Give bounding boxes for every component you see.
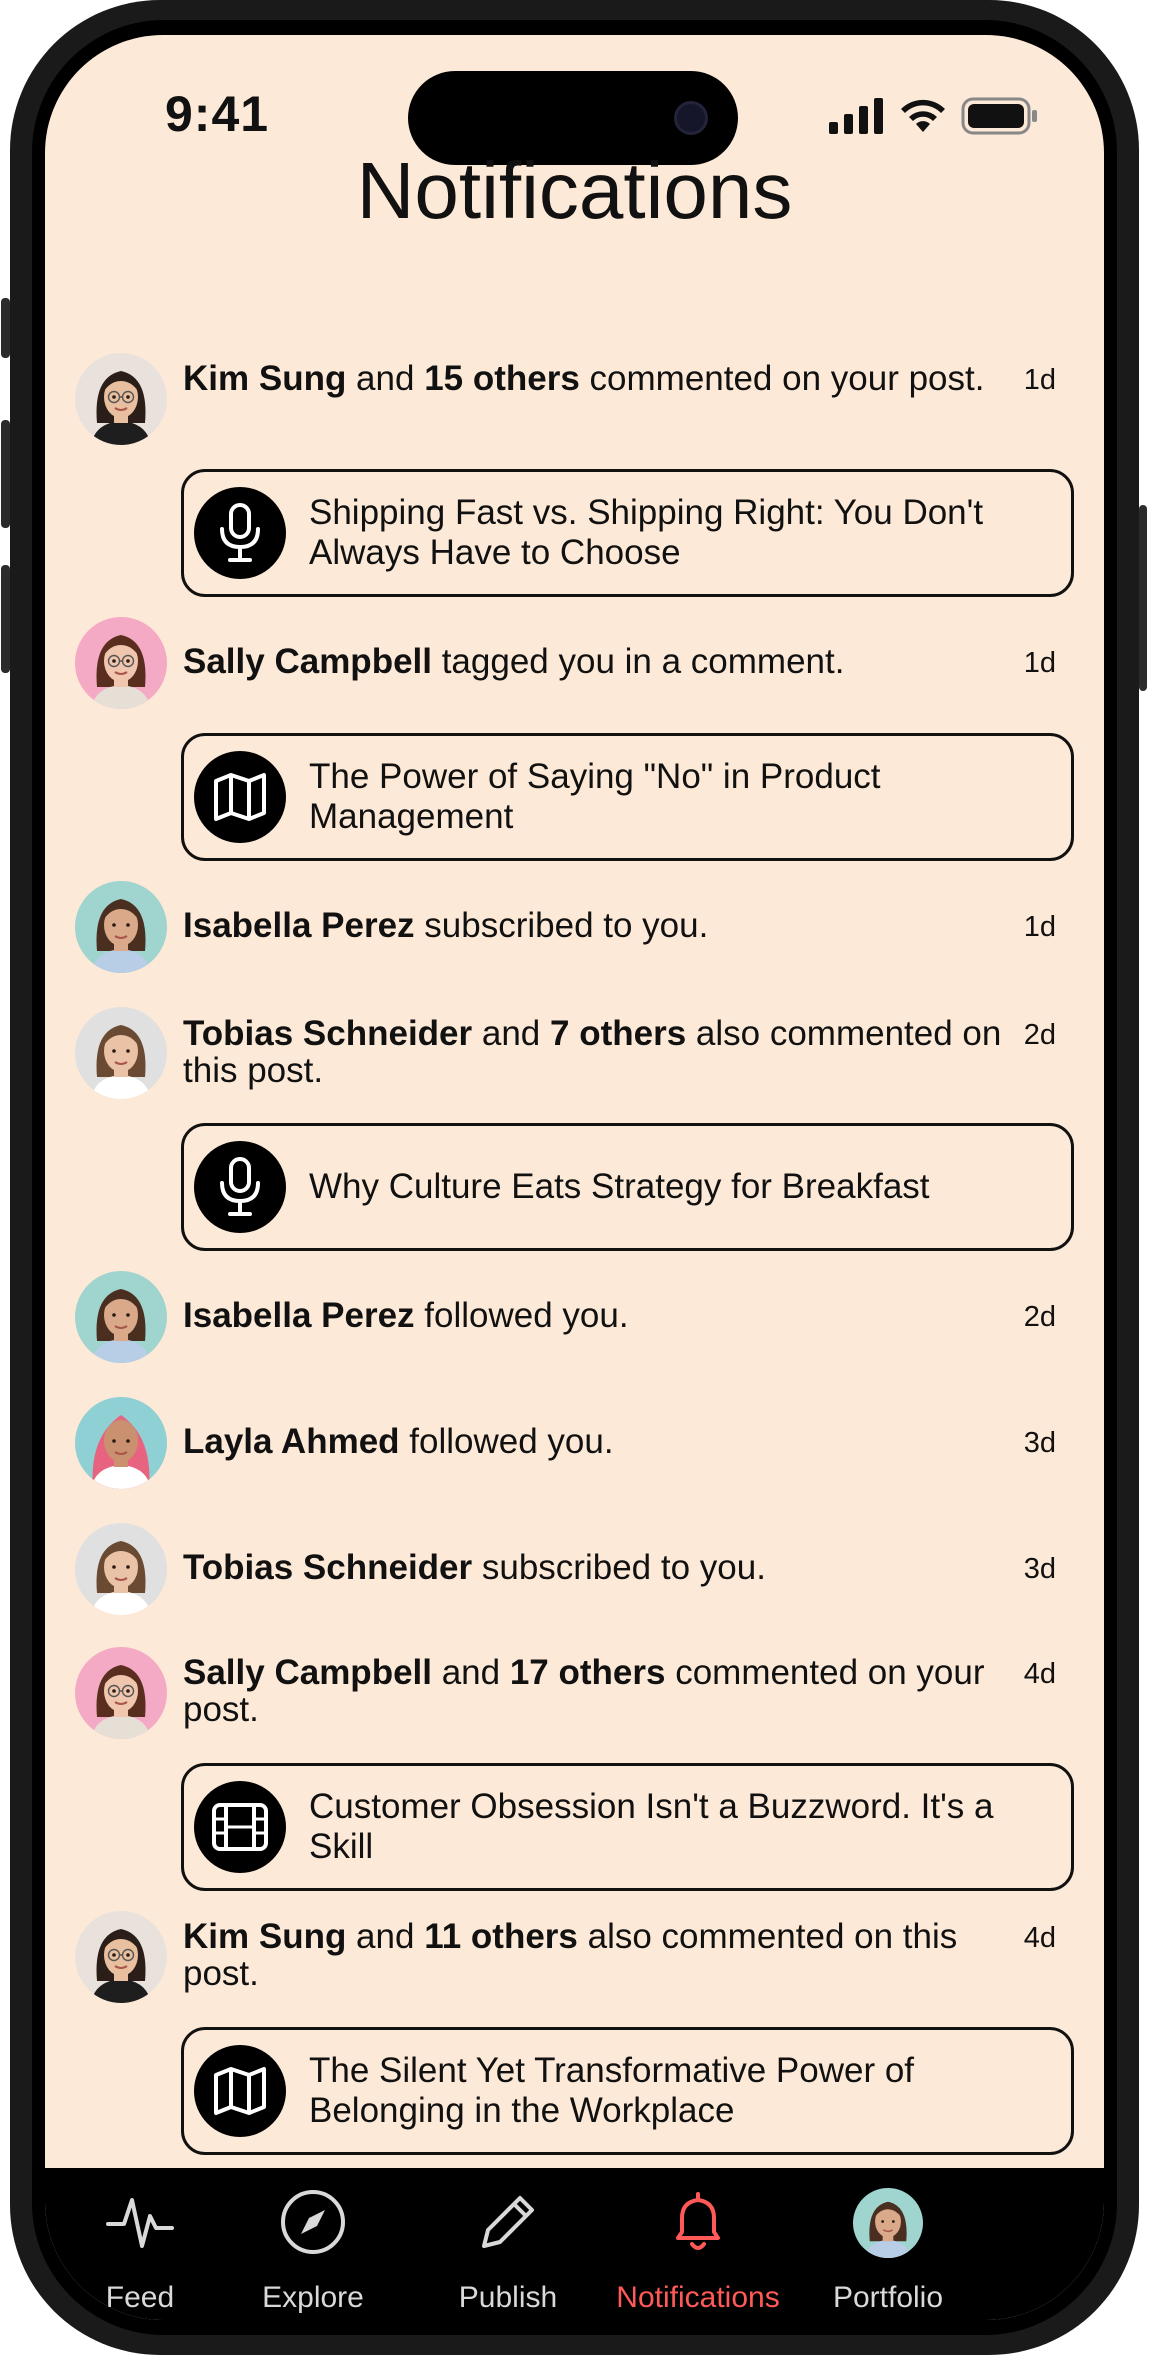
notification-actor[interactable]: Tobias Schneider [183, 1014, 472, 1053]
notification-time: 4d [1023, 1922, 1056, 1954]
notification-actor[interactable]: Sally Campbell [183, 642, 432, 681]
post-card[interactable]: Why Culture Eats Strategy for Breakfast [181, 1123, 1074, 1251]
notification-actor[interactable]: 15 others [424, 359, 580, 398]
microphone-icon [194, 487, 286, 579]
avatar[interactable] [75, 1397, 167, 1489]
avatar[interactable] [75, 1007, 167, 1099]
post-title: Shipping Fast vs. Shipping Right: You Do… [309, 493, 984, 572]
notification-text: Sally Campbell tagged you in a comment. [183, 643, 1013, 680]
notification-text: Isabella Perez followed you. [183, 1297, 1013, 1334]
bell-icon [662, 2186, 734, 2263]
notification-actor[interactable]: Sally Campbell [183, 1653, 432, 1692]
notification-actor[interactable]: Tobias Schneider [183, 1548, 472, 1587]
tab-feed[interactable]: Feed [45, 2168, 235, 2320]
screen: 9:41 Notifications Kim Sung and 15 other… [45, 35, 1104, 2320]
notification-actor[interactable]: 7 others [550, 1014, 686, 1053]
notification-text: Kim Sung and 15 others commented on your… [183, 360, 1013, 397]
compass-icon [277, 2186, 349, 2263]
post-title: Customer Obsession Isn't a Buzzword. It'… [309, 1787, 994, 1866]
notification-time: 1d [1023, 911, 1056, 943]
signal-icon [829, 98, 883, 134]
volume-up-button [1, 420, 10, 528]
status-time: 9:41 [165, 86, 270, 142]
pencil-icon [472, 2186, 544, 2263]
tab-label: Feed [105, 2281, 175, 2314]
notification-message: and [472, 1014, 551, 1053]
notification-actor[interactable]: Kim Sung [183, 1917, 346, 1956]
tab-publish[interactable]: Publish [413, 2168, 603, 2320]
tab-bar: Feed Explore Publish Notifications Portfoli… [45, 2168, 1104, 2320]
notification-time: 3d [1023, 1427, 1056, 1459]
avatar[interactable] [75, 1523, 167, 1615]
notification-message: tagged you in a comment. [431, 642, 845, 681]
notification-message: subscribed to you. [414, 906, 709, 945]
avatar[interactable] [75, 1911, 167, 2003]
notification-time: 1d [1023, 647, 1056, 679]
camera-icon [674, 101, 708, 135]
tab-label: Explore [262, 2281, 364, 2314]
notification-time: 1d [1023, 364, 1056, 396]
notification-actor[interactable]: 11 others [424, 1917, 578, 1956]
notification-text: Layla Ahmed followed you. [183, 1423, 1013, 1460]
action-button [1, 298, 10, 358]
tab-label: Portfolio [832, 2281, 944, 2314]
page-title: Notifications [356, 146, 793, 235]
notification-time: 4d [1023, 1658, 1056, 1690]
battery-icon [961, 97, 1037, 135]
power-button [1139, 505, 1147, 691]
microphone-icon [194, 1141, 286, 1233]
notification-message: and [431, 1653, 510, 1692]
avatar[interactable] [75, 617, 167, 709]
notification-message: commented on your post. [579, 359, 985, 398]
pulse-icon [104, 2186, 176, 2263]
map-icon [194, 751, 286, 843]
wifi-icon [901, 99, 945, 132]
notification-text: Sally Campbell and 17 others commented o… [183, 1654, 1013, 1728]
notification-actor[interactable]: Kim Sung [183, 359, 346, 398]
post-card[interactable]: Customer Obsession Isn't a Buzzword. It'… [181, 1763, 1074, 1891]
avatar[interactable] [75, 1647, 167, 1739]
film-icon [194, 1781, 286, 1873]
post-title: The Power of Saying "No" in Product Mana… [309, 757, 881, 836]
notification-actor[interactable]: Isabella Perez [183, 906, 415, 945]
avatar[interactable] [75, 881, 167, 973]
notification-text: Kim Sung and 11 others also commented on… [183, 1918, 1013, 1992]
notification-text: Isabella Perez subscribed to you. [183, 907, 1013, 944]
notification-message: and [346, 1917, 425, 1956]
tab-label: Notifications [616, 2281, 780, 2314]
post-card[interactable]: Shipping Fast vs. Shipping Right: You Do… [181, 469, 1074, 597]
notification-message: followed you. [399, 1422, 614, 1461]
tab-notifications[interactable]: Notifications [603, 2168, 793, 2320]
notification-actor[interactable]: 17 others [510, 1653, 666, 1692]
notification-message: and [346, 359, 425, 398]
map-icon [194, 2045, 286, 2137]
post-card[interactable]: The Power of Saying "No" in Product Mana… [181, 733, 1074, 861]
notification-time: 2d [1023, 1019, 1056, 1051]
notification-time: 2d [1023, 1301, 1056, 1333]
notification-message: followed you. [414, 1296, 629, 1335]
tab-label: Publish [458, 2281, 558, 2314]
volume-down-button [1, 565, 10, 673]
notification-message: subscribed to you. [472, 1548, 766, 1587]
post-title: Why Culture Eats Strategy for Breakfast [309, 1167, 930, 1206]
tab-portfolio[interactable]: Portfolio [793, 2168, 983, 2320]
post-title: The Silent Yet Transformative Power of B… [309, 2051, 915, 2130]
status-icons [829, 97, 1039, 135]
notification-text: Tobias Schneider and 7 others also comme… [183, 1015, 1013, 1089]
avatar[interactable] [75, 1271, 167, 1363]
notification-actor[interactable]: Layla Ahmed [183, 1422, 400, 1461]
tab-explore[interactable]: Explore [218, 2168, 408, 2320]
notification-time: 3d [1023, 1553, 1056, 1585]
avatar[interactable] [75, 353, 167, 445]
notification-actor[interactable]: Isabella Perez [183, 1296, 415, 1335]
profile-avatar [853, 2186, 923, 2258]
post-card[interactable]: The Silent Yet Transformative Power of B… [181, 2027, 1074, 2155]
notification-text: Tobias Schneider subscribed to you. [183, 1549, 1013, 1586]
